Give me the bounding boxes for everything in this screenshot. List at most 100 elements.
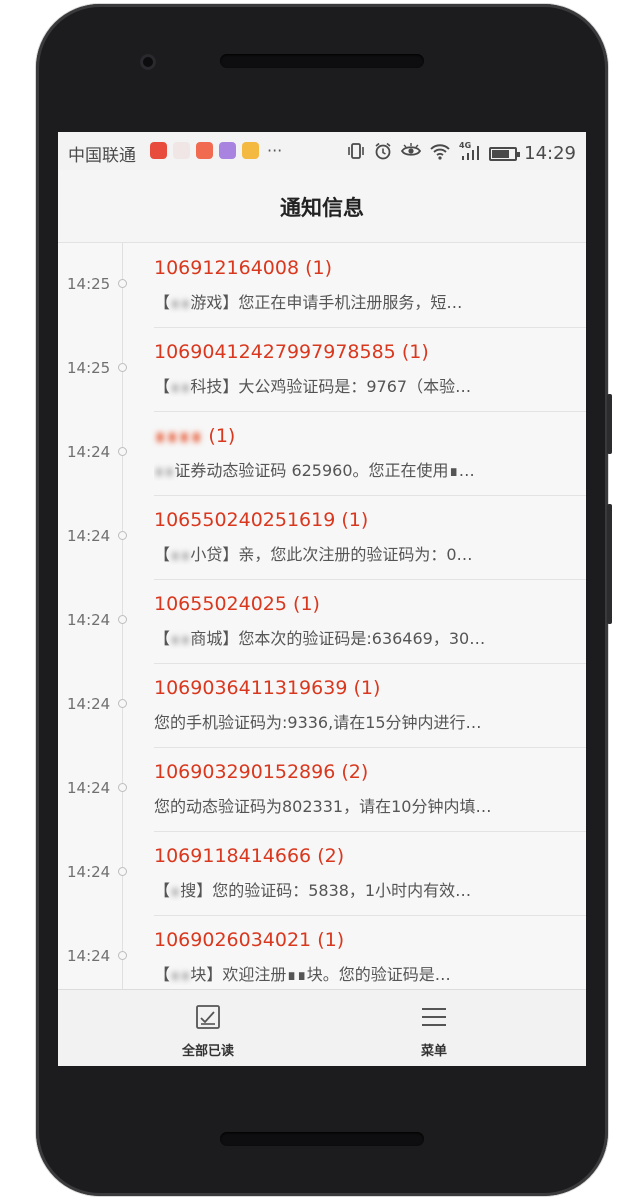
mark-read-icon	[196, 1005, 220, 1029]
preview-prefix: 【	[154, 545, 171, 564]
message-sender: 1069026034021 (1)	[154, 929, 344, 951]
preview-text: 科技】大公鸡验证码是：9767（本验…	[190, 377, 472, 396]
redacted-text: ∎∎	[170, 545, 191, 564]
message-sender: 1069036411319639 (1)	[154, 677, 380, 699]
preview-text: 商城】您本次的验证码是:636469，30…	[190, 629, 486, 648]
menu-button[interactable]: 菜单	[374, 990, 494, 1066]
front-camera	[140, 54, 156, 70]
message-body[interactable]: 106903290152896 (2) 您的动态验证码为802331，请在10分钟…	[154, 747, 586, 832]
preview-prefix: 【	[154, 377, 171, 396]
list-item[interactable]: 14:24 1069036411319639 (1) 您的手机验证码为:9336,请…	[58, 663, 586, 748]
sender-number: 106903290152896	[154, 761, 336, 783]
message-body[interactable]: 10655024025 (1) 【∎∎商城】您本次的验证码是:636469，30…	[154, 579, 586, 664]
redacted-text: ∎∎	[154, 461, 175, 480]
message-list[interactable]: 14:25 106912164008 (1) 【∎∎游戏】您正在申请手机注册服务，短…	[58, 243, 586, 989]
sender-number: 106550240251619	[154, 509, 336, 531]
message-time: 14:24	[67, 443, 111, 461]
svg-text:4G: 4G	[459, 141, 471, 150]
message-time: 14:24	[67, 611, 111, 629]
message-body[interactable]: 106912164008 (1) 【∎∎游戏】您正在申请手机注册服务，短…	[154, 243, 586, 328]
timeline-dot	[118, 279, 127, 288]
list-item[interactable]: 14:24 1069118414666 (2) 【∎搜】您的验证码：5838，1小时…	[58, 831, 586, 916]
list-item[interactable]: 14:24 1069026034021 (1) 【∎∎块】欢迎注册∎∎块。您的验证码…	[58, 915, 586, 989]
preview-text: 您的手机验证码为:9336,请在15分钟内进行…	[154, 713, 482, 732]
message-sender: 106550240251619 (1)	[154, 509, 368, 531]
message-sender: ∎∎∎∎ (1)	[154, 425, 235, 447]
timeline-dot	[118, 699, 127, 708]
message-body[interactable]: 1069041242799797858​5 (1) 【∎∎科技】大公鸡验证码是：9…	[154, 327, 586, 412]
message-time: 14:24	[67, 695, 111, 713]
status-time: 14:29	[524, 143, 576, 164]
timeline-dot	[118, 867, 127, 876]
message-sender: 106912164008 (1)	[154, 257, 332, 279]
sender-number: ∎∎∎∎	[154, 425, 203, 447]
hamburger-menu-icon	[422, 1008, 446, 1026]
header: 通知信息	[58, 170, 586, 243]
message-time: 14:24	[67, 527, 111, 545]
app-icon-4	[219, 142, 236, 159]
message-preview: 【∎搜】您的验证码：5838，1小时内有效…	[154, 877, 570, 901]
message-body[interactable]: 1069026034021 (1) 【∎∎块】欢迎注册∎∎块。您的验证码是…	[154, 915, 586, 989]
redacted-text: ∎∎	[170, 377, 191, 396]
status-icons: 4G 14:29	[346, 140, 576, 167]
preview-text: 块】欢迎注册∎∎块。您的验证码是…	[190, 965, 451, 984]
carrier-name: 中国联通	[68, 146, 136, 166]
screen: 中国联通 ··· 4G 14:29 通知信息 14:25 10691216400…	[58, 132, 586, 1066]
list-item[interactable]: 14:25 1069041242799797858​5 (1) 【∎∎科技】大公鸡验…	[58, 327, 586, 412]
message-sender: 10655024025 (1)	[154, 593, 320, 615]
message-time: 14:24	[67, 947, 111, 965]
list-item[interactable]: 14:24 106903290152896 (2) 您的动态验证码为802331，请…	[58, 747, 586, 832]
message-time: 14:24	[67, 863, 111, 881]
sender-number: 1069041242799797858​5	[154, 341, 396, 363]
mark-all-read-button[interactable]: 全部已读	[148, 990, 268, 1066]
menu-label: 菜单	[420, 1044, 447, 1059]
bottom-speaker	[220, 1132, 424, 1146]
list-item[interactable]: 14:24 106550240251619 (1) 【∎∎小贷】亲，您此次注册的验证…	[58, 495, 586, 580]
message-sender: 1069041242799797858​5 (1)	[154, 341, 429, 363]
message-body[interactable]: 106550240251619 (1) 【∎∎小贷】亲，您此次注册的验证码为：0…	[154, 495, 586, 580]
timeline-dot	[118, 531, 127, 540]
unread-count: (1)	[353, 677, 381, 699]
timeline-dot	[118, 615, 127, 624]
message-preview: 【∎∎科技】大公鸡验证码是：9767（本验…	[154, 373, 570, 397]
preview-text: 游戏】您正在申请手机注册服务，短…	[190, 293, 463, 312]
unread-count: (2)	[341, 761, 369, 783]
list-item[interactable]: 14:24 ∎∎∎∎ (1) ∎∎证券动态验证码 625960。您正在使用∎…	[58, 411, 586, 496]
redacted-text: ∎	[170, 881, 181, 900]
status-bar: 中国联通 ··· 4G 14:29	[58, 132, 586, 170]
message-sender: 1069118414666 (2)	[154, 845, 344, 867]
message-body[interactable]: 1069036411319639 (1) 您的手机验证码为:9336,请在15分钟…	[154, 663, 586, 748]
app-icon-1	[150, 142, 167, 159]
preview-text: 搜】您的验证码：5838，1小时内有效…	[180, 881, 472, 900]
message-time: 14:24	[67, 779, 111, 797]
preview-text: 您的动态验证码为802331，请在10分钟内填…	[154, 797, 492, 816]
unread-count: (1)	[341, 509, 369, 531]
message-preview: 您的动态验证码为802331，请在10分钟内填…	[154, 793, 570, 817]
unread-count: (1)	[293, 593, 320, 615]
battery-icon	[489, 146, 521, 161]
wifi-icon	[429, 141, 451, 166]
timeline-dot	[118, 363, 127, 372]
message-preview: 【∎∎商城】您本次的验证码是:636469，30…	[154, 625, 570, 649]
eye-icon	[400, 141, 422, 166]
message-preview: 您的手机验证码为:9336,请在15分钟内进行…	[154, 709, 570, 733]
list-item[interactable]: 14:24 10655024025 (1) 【∎∎商城】您本次的验证码是:63646…	[58, 579, 586, 664]
message-preview: 【∎∎游戏】您正在申请手机注册服务，短…	[154, 289, 570, 313]
battery-level	[492, 149, 510, 158]
timeline-dot	[118, 783, 127, 792]
bottom-bar: 全部已读 菜单	[58, 989, 586, 1066]
sender-number: 1069026034021	[154, 929, 312, 951]
list-item[interactable]: 14:25 106912164008 (1) 【∎∎游戏】您正在申请手机注册服务，短…	[58, 243, 586, 328]
preview-prefix: 【	[154, 629, 171, 648]
unread-count: (1)	[401, 341, 429, 363]
unread-count: (1)	[305, 257, 333, 279]
sender-number: 1069118414666	[154, 845, 312, 867]
page-title: 通知信息	[280, 196, 364, 220]
preview-prefix: 【	[154, 293, 171, 312]
message-time: 14:25	[67, 359, 111, 377]
power-button	[607, 394, 612, 454]
message-sender: 106903290152896 (2)	[154, 761, 368, 783]
message-preview: 【∎∎块】欢迎注册∎∎块。您的验证码是…	[154, 961, 570, 985]
message-body[interactable]: ∎∎∎∎ (1) ∎∎证券动态验证码 625960。您正在使用∎…	[154, 411, 586, 496]
message-body[interactable]: 1069118414666 (2) 【∎搜】您的验证码：5838，1小时内有效…	[154, 831, 586, 916]
